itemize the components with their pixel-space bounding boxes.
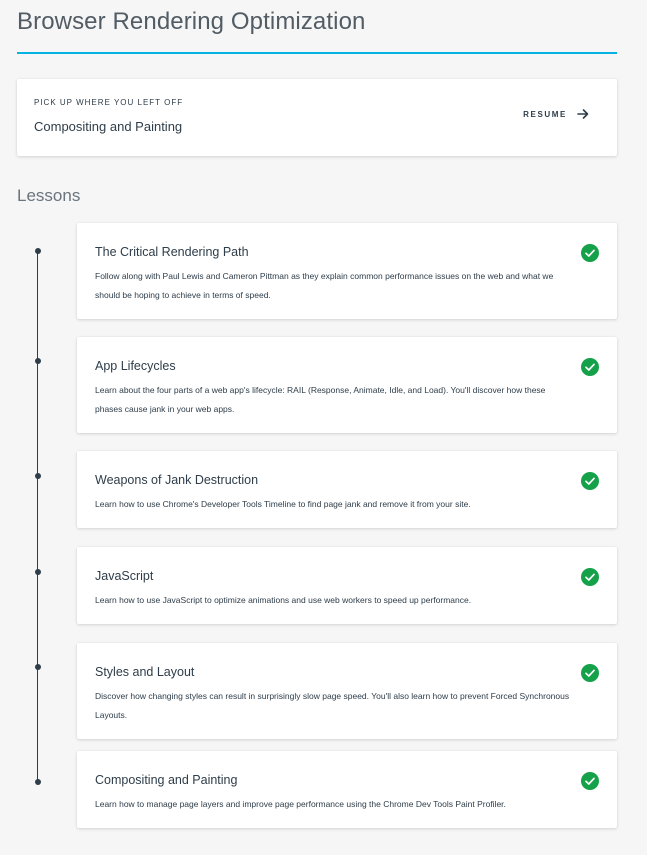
title-divider	[17, 52, 617, 54]
lesson-description: Learn how to manage page layers and impr…	[95, 799, 506, 809]
resume-button-label: RESUME	[523, 109, 567, 119]
page-title: Browser Rendering Optimization	[17, 8, 366, 35]
check-circle-icon	[581, 244, 599, 262]
check-circle-icon	[581, 358, 599, 376]
timeline-dot	[35, 473, 41, 479]
lesson-card[interactable]: App Lifecycles Learn about the four part…	[77, 337, 617, 433]
lesson-card[interactable]: Compositing and Painting Learn how to ma…	[77, 751, 617, 828]
lesson-title: The Critical Rendering Path	[95, 245, 249, 259]
timeline-dot	[35, 569, 41, 575]
lesson-description: Learn how to use Chrome's Developer Tool…	[95, 499, 471, 509]
lesson-title: JavaScript	[95, 569, 154, 583]
lesson-card[interactable]: Styles and Layout Discover how changing …	[77, 643, 617, 739]
timeline-dot	[35, 358, 41, 364]
lesson-card[interactable]: JavaScript Learn how to use JavaScript t…	[77, 547, 617, 624]
lesson-title: Styles and Layout	[95, 665, 195, 679]
timeline-dot	[35, 779, 41, 785]
timeline-line	[37, 251, 38, 782]
resume-card[interactable]: PICK UP WHERE YOU LEFT OFF Compositing a…	[17, 79, 617, 156]
check-circle-icon	[581, 772, 599, 790]
arrow-right-icon	[577, 108, 589, 120]
lesson-card[interactable]: Weapons of Jank Destruction Learn how to…	[77, 451, 617, 528]
timeline-dot	[35, 664, 41, 670]
resume-eyebrow: PICK UP WHERE YOU LEFT OFF	[34, 98, 184, 107]
check-circle-icon	[581, 664, 599, 682]
lesson-title: Compositing and Painting	[95, 773, 238, 787]
lesson-description: Follow along with Paul Lewis and Cameron…	[95, 271, 554, 300]
lesson-title: App Lifecycles	[95, 359, 176, 373]
check-circle-icon	[581, 472, 599, 490]
check-circle-icon	[581, 568, 599, 586]
timeline-dot	[35, 248, 41, 254]
lesson-title: Weapons of Jank Destruction	[95, 473, 259, 487]
lesson-description: Learn about the four parts of a web app'…	[95, 385, 546, 414]
lesson-description: Learn how to use JavaScript to optimize …	[95, 595, 472, 605]
lesson-card[interactable]: The Critical Rendering Path Follow along…	[77, 223, 617, 319]
resume-lesson-title: Compositing and Painting	[34, 119, 183, 134]
lesson-description: Discover how changing styles can result …	[95, 691, 570, 720]
resume-button[interactable]: RESUME	[523, 108, 589, 120]
lessons-heading: Lessons	[17, 186, 81, 205]
